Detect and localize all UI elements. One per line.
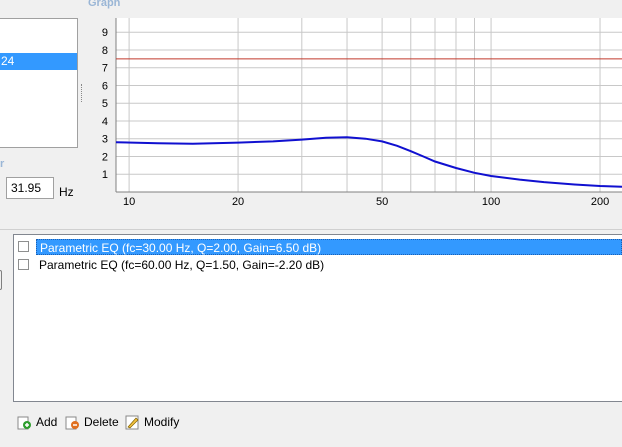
panel-divider: [0, 229, 622, 230]
x-axis-ticks: 10 20 50 100 200: [123, 196, 609, 208]
frequency-input[interactable]: [6, 177, 54, 199]
x-tick-label: 10: [123, 196, 135, 208]
eq-enable-checkbox[interactable]: [18, 241, 29, 252]
graph-grid: [115, 18, 622, 193]
preset-list-selected-item[interactable]: 24: [0, 53, 77, 70]
delete-button[interactable]: Delete: [64, 412, 119, 432]
y-tick-label: 5: [102, 98, 108, 110]
group-label-fragment: r: [0, 158, 5, 170]
x-tick-label: 100: [482, 196, 500, 208]
list-item[interactable]: Parametric EQ (fc=30.00 Hz, Q=2.00, Gain…: [18, 238, 622, 256]
x-tick-label: 200: [591, 196, 609, 208]
x-tick-label: 50: [376, 196, 388, 208]
frequency-response-graph: 9 8 7 6 5 4 3 2 1 10 20 50 100 200: [102, 18, 622, 208]
collapsed-edge-button[interactable]: [0, 270, 2, 290]
y-tick-label: 2: [102, 151, 108, 163]
graph-group-label: Graph: [88, 0, 121, 9]
frequency-unit-label: Hz: [59, 185, 74, 199]
modify-icon: [125, 415, 139, 430]
y-tick-label: 6: [102, 80, 108, 92]
x-tick-label: 20: [232, 196, 244, 208]
eq-item-label[interactable]: Parametric EQ (fc=30.00 Hz, Q=2.00, Gain…: [36, 239, 622, 255]
y-tick-label: 7: [102, 63, 108, 75]
y-axis-ticks: 9 8 7 6 5 4 3 2 1: [102, 27, 108, 181]
eq-enable-checkbox[interactable]: [18, 259, 29, 270]
add-button[interactable]: Add: [16, 412, 57, 432]
y-tick-label: 3: [102, 134, 108, 146]
add-icon: [17, 416, 31, 430]
modify-button-label: Modify: [144, 415, 180, 429]
y-tick-label: 1: [102, 169, 108, 181]
delete-icon: [65, 416, 79, 430]
y-tick-label: 4: [102, 116, 108, 128]
y-tick-label: 9: [102, 27, 108, 39]
add-button-label: Add: [36, 415, 58, 429]
delete-button-label: Delete: [84, 415, 119, 429]
eq-filter-list[interactable]: Parametric EQ (fc=30.00 Hz, Q=2.00, Gain…: [13, 234, 622, 402]
list-item[interactable]: Parametric EQ (fc=60.00 Hz, Q=1.50, Gain…: [18, 256, 622, 274]
eq-item-label[interactable]: Parametric EQ (fc=60.00 Hz, Q=1.50, Gain…: [36, 257, 327, 273]
y-tick-label: 8: [102, 45, 108, 57]
modify-button[interactable]: Modify: [124, 412, 179, 432]
preset-list[interactable]: 24: [0, 18, 78, 148]
